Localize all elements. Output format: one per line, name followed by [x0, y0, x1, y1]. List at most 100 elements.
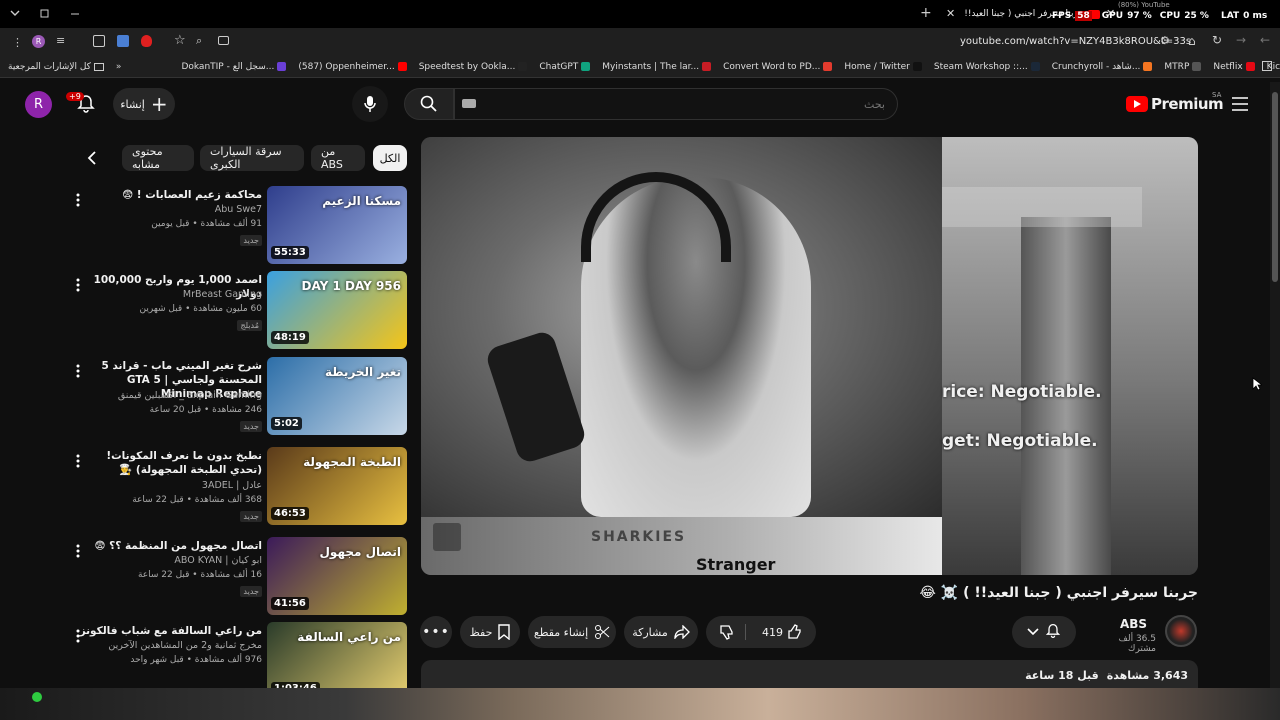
recommendation-item[interactable]: DAY 1 DAY 956 48:19 اصمد 1,000 يوم واربح 1…: [60, 271, 410, 353]
bookmark-item[interactable]: DokanTIP - سجل الع...: [181, 62, 287, 72]
chip-gta[interactable]: سرقة السيارات الكبرى: [200, 145, 304, 171]
youtube-logo[interactable]: Premium: [1126, 93, 1224, 115]
chip-all[interactable]: الكل: [373, 145, 407, 171]
bookmark-item[interactable]: Myinstants | The lar...: [602, 62, 712, 72]
install-app-icon[interactable]: [218, 36, 229, 45]
forward-icon[interactable]: →: [1236, 33, 1246, 47]
new-badge: جديد: [240, 586, 262, 597]
recommendation-channel[interactable]: MrBeast Gaming: [77, 289, 262, 300]
scrollbar-thumb[interactable]: [1272, 92, 1278, 282]
more-vertical-icon[interactable]: [74, 192, 82, 208]
recommendation-item[interactable]: الطبخة المجهولة 46:53 نطبخ بدون ما نعرف ال…: [60, 447, 410, 529]
home-icon[interactable]: ⌂: [1188, 34, 1196, 48]
new-badge: جديد: [240, 235, 262, 246]
bookmark-item[interactable]: Steam Workshop ::...: [934, 62, 1040, 72]
plus-icon: +: [150, 92, 168, 116]
more-vertical-icon[interactable]: [74, 628, 82, 644]
address-bar-url[interactable]: youtube.com/watch?v=NZY4B3k8ROU&t=33s: [960, 36, 1191, 47]
bookmark-item[interactable]: Netflix: [1213, 62, 1255, 72]
bookmark-item[interactable]: ChatGPT: [539, 62, 591, 72]
site-settings-icon[interactable]: ⚙: [1160, 34, 1170, 47]
bookmark-item[interactable]: MTRP: [1164, 61, 1202, 72]
bookmark-item[interactable]: Convert Word to PD...: [723, 62, 833, 72]
translate-icon[interactable]: [117, 35, 129, 47]
recommendation-meta: 60 مليون مشاهدة • قبل شهرين: [139, 304, 262, 314]
adblock-icon[interactable]: [141, 35, 152, 47]
chevron-down-icon[interactable]: [10, 8, 20, 18]
like-button[interactable]: 419: [752, 624, 803, 640]
recommendation-channel[interactable]: عادل | 3ADEL: [77, 480, 262, 491]
dislike-button[interactable]: [719, 624, 746, 640]
recommendation-channel[interactable]: Explain Gaming _ اكسبلين قيمنق: [77, 390, 262, 401]
video-player[interactable]: rice: Negotiable. get: Negotiable. SHARK…: [421, 137, 1198, 575]
recommendation-item[interactable]: اتصال مجهول 41:56 اتصال مجهول من المنظمة ؟…: [60, 537, 410, 619]
bookmark-label: MTRP: [1164, 61, 1190, 72]
account-avatar[interactable]: R: [25, 91, 52, 118]
scissors-icon: [595, 625, 610, 639]
bookmarks-bar: كل الإشارات المرجعية » DokanTIP - سجل ال…: [0, 56, 1280, 78]
bookmark-label: (587) Oppenheimer...: [298, 61, 395, 72]
apps-grid-icon[interactable]: [1262, 61, 1272, 71]
restore-window-icon[interactable]: [40, 8, 50, 18]
bookmark-star-icon[interactable]: ☆: [174, 33, 186, 48]
recommendation-title[interactable]: نطبخ بدون ما نعرف المكونات! (تحدي الطبخة…: [77, 449, 262, 477]
bookmark-item[interactable]: Crunchyroll - شاهد...: [1052, 62, 1153, 72]
create-button[interactable]: إنشاء +: [113, 88, 175, 120]
more-actions-button[interactable]: •••: [420, 616, 452, 648]
bookmark-favicon-icon: [518, 62, 528, 71]
more-vertical-icon[interactable]: [74, 543, 82, 559]
page-scrollbar[interactable]: [1270, 82, 1280, 688]
save-button[interactable]: حفظ: [460, 616, 520, 648]
recommendation-title[interactable]: اتصال مجهول من المنظمة ؟؟ 😨: [77, 539, 263, 553]
chips-scroll-left-icon[interactable]: [82, 148, 102, 168]
recommendation-meta: 368 ألف مشاهدة • قبل 22 ساعة: [132, 495, 262, 505]
chip-from-abs[interactable]: من ABS: [311, 145, 365, 171]
more-vertical-icon[interactable]: [74, 453, 82, 469]
more-vertical-icon[interactable]: [74, 277, 82, 293]
minimize-window-icon[interactable]: [70, 8, 80, 18]
close-tab-icon[interactable]: ✕: [946, 7, 955, 20]
thumbs-up-icon: [788, 624, 801, 639]
channel-name[interactable]: ABS: [1120, 617, 1147, 631]
bookmark-favicon-icon: [702, 62, 712, 71]
browser-tab-strip: + ✕ جربنا سيرفر اجنبي ( جبنا العيد!! ✕ F…: [0, 0, 1280, 28]
menu-hamburger-icon[interactable]: [1228, 92, 1252, 116]
zoom-icon[interactable]: ⌕: [196, 34, 202, 48]
recommendation-item[interactable]: تغير الخريطة 5:02 شرح تغير الميني ماب - قر…: [60, 357, 410, 439]
clip-button[interactable]: إنشاء مقطع: [528, 616, 616, 648]
save-label: حفظ: [469, 625, 493, 639]
reading-list-icon[interactable]: ≡: [56, 34, 65, 47]
profile-avatar[interactable]: R: [32, 35, 45, 48]
extensions-icon[interactable]: [93, 35, 105, 47]
channel-avatar[interactable]: [1165, 615, 1197, 647]
posted-time: قبل 18 ساعة: [1025, 669, 1099, 682]
recommendation-channel[interactable]: ابو كيان | ABO KYAN: [77, 555, 262, 566]
new-tab-button[interactable]: +: [920, 5, 932, 21]
recommendation-title[interactable]: محاكمة زعيم العصابات ! 😨: [77, 188, 262, 202]
bookmark-favicon-icon: [1143, 62, 1153, 71]
all-bookmarks-folder[interactable]: كل الإشارات المرجعية: [8, 62, 104, 72]
bookmark-item[interactable]: Speedtest by Ookla...: [419, 62, 528, 72]
bookmark-item[interactable]: Home / Twitter: [844, 62, 922, 72]
browser-menu-icon[interactable]: ⋮: [12, 36, 23, 49]
recommendation-channel[interactable]: Abu Swe7: [77, 204, 262, 215]
more-vertical-icon[interactable]: [74, 363, 82, 379]
new-badge: جديد: [240, 421, 262, 432]
recommendation-item[interactable]: مسكنا الزعيم 55:33 محاكمة زعيم العصابات ! …: [60, 186, 410, 268]
video-pip-icon[interactable]: [433, 523, 461, 551]
subscribe-bell-button[interactable]: [1012, 616, 1076, 648]
thumbs-down-icon: [720, 625, 733, 640]
back-icon[interactable]: ←: [1260, 33, 1270, 47]
search-input[interactable]: [454, 88, 898, 120]
keyboard-icon[interactable]: [462, 99, 476, 108]
voice-search-icon[interactable]: [352, 86, 388, 122]
reload-icon[interactable]: ↻: [1212, 33, 1222, 47]
recommendation-title[interactable]: من راعي السالفة مع شباب فالكونز: [77, 624, 262, 638]
perf-overlay: FPS 58 GPU 97 % CPU 25 % LAT 0 ms: [1052, 9, 1280, 23]
more-bookmarks-chevron-icon[interactable]: »: [116, 62, 122, 72]
search-button[interactable]: [404, 88, 454, 120]
bookmark-item[interactable]: (587) Oppenheimer...: [298, 61, 407, 72]
recommendation-channel[interactable]: مخرج ثمانية و2 من المشاهدين الآخرين: [77, 640, 262, 651]
share-button[interactable]: مشاركة: [624, 616, 698, 648]
chip-related[interactable]: محتوى مشابه: [122, 145, 194, 171]
